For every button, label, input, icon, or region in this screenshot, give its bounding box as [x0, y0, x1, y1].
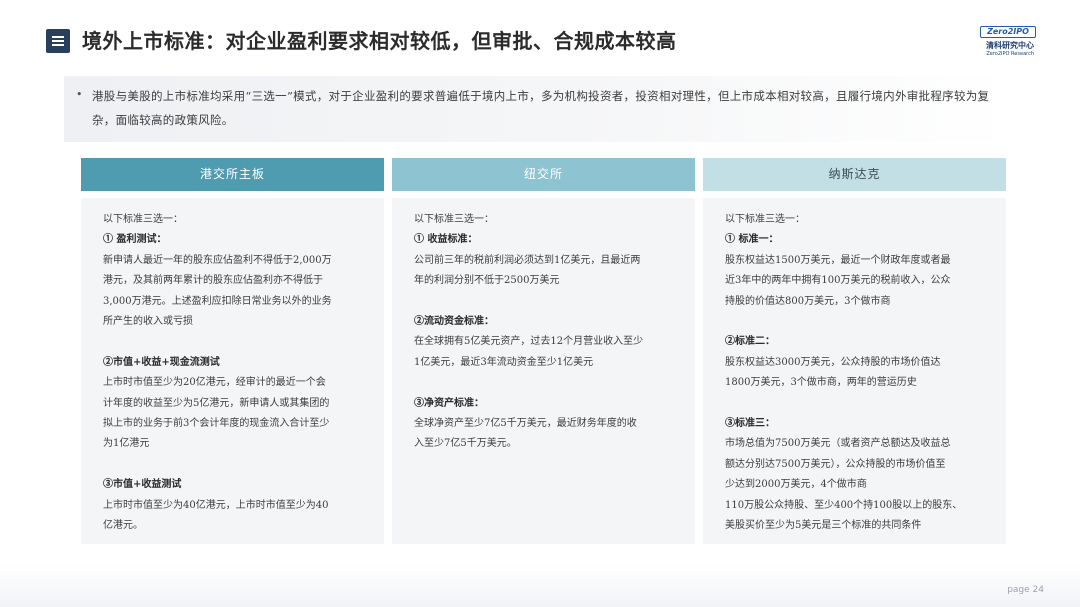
criteria-text: 上市时市值至少为40亿港元，上市时市值至少为40	[103, 499, 329, 511]
column-header-label: 港交所主板	[199, 167, 265, 181]
criteria-text: 110万股公众持股、至少400个持100股以上的股东、	[725, 499, 963, 511]
column-header-nyse: 纽交所	[392, 158, 695, 191]
criteria-text: 股东权益达3000万美元，公众持股的市场价值达	[725, 356, 941, 368]
page-header: 境外上市标准：对企业盈利要求相对较低，但审批、合规成本较高 Zero2IPO 清…	[46, 26, 1036, 58]
criteria-text: 少达到2000万美元，4个做市商	[725, 479, 867, 491]
criteria-heading: ③净资产标准：	[414, 397, 484, 409]
criteria-text: 全球净资产至少7亿5千万美元，最近财务年度的收	[414, 418, 637, 430]
column-header-nasdaq: 纳斯达克	[703, 158, 1006, 191]
criteria-text: 为1亿港元	[103, 438, 150, 450]
criteria-heading: ③市值+收益测试	[103, 479, 182, 491]
criteria-heading: ②市值+收益+现金流测试	[103, 356, 220, 368]
criteria-text: 以下标准三选一：	[103, 214, 183, 225]
criteria-heading: ②流动资金标准：	[414, 316, 494, 328]
criteria-text: 亿港元。	[103, 520, 143, 532]
criteria-text: 计年度的收益至少为5亿港元，新申请人或其集团的	[103, 397, 330, 409]
page-title: 境外上市标准：对企业盈利要求相对较低，但审批、合规成本较高	[82, 29, 677, 53]
column-body-nasdaq: 以下标准三选一： ① 标准一： 股东权益达1500万美元，最近一个财政年度或者最 近3…	[703, 198, 1006, 544]
criteria-text: 以下标准三选一：	[725, 214, 805, 225]
criteria-text: 年的利润分别不低于2500万美元	[414, 275, 560, 287]
column-body-nyse: 以下标准三选一： ① 收益标准： 公司前三年的税前利润必须达到1亿美元，且最近两 年的…	[392, 198, 695, 544]
criteria-text: 1亿美元，最近3年流动资金至少1亿美元	[414, 356, 594, 368]
criteria-text: 上市时市值至少为20亿港元，经审计的最近一个会	[103, 377, 326, 389]
criteria-text: 所产生的收入或亏损	[103, 316, 193, 328]
zero2ipo-logo: Zero2IPO 清科研究中心 Zero2IPO Research	[976, 26, 1036, 60]
criteria-text: 近3年中的两年中拥有100万美元的税前收入，公众	[725, 275, 951, 287]
summary-box: • 港股与美股的上市标准均采用“三选一”模式，对于企业盈利的要求普遍低于境内上市…	[64, 76, 1014, 142]
column-header-label: 纽交所	[523, 167, 563, 181]
column-header-label: 纳斯达克	[828, 167, 881, 181]
page-number: page 24	[1007, 585, 1044, 595]
menu-icon[interactable]	[46, 29, 70, 53]
criteria-heading: ① 盈利测试：	[103, 234, 167, 246]
criteria-text: 入至少7亿5千万美元。	[414, 438, 517, 450]
page-footer-band	[0, 565, 1080, 607]
criteria-text: 市场总值为7500万美元（或者资产总额达及收益总	[725, 438, 951, 450]
criteria-text: 在全球拥有5亿美元资产，过去12个月营业收入至少	[414, 336, 644, 348]
criteria-heading: ① 标准一：	[725, 234, 779, 246]
logo-cn-text: 清科研究中心	[986, 41, 1034, 50]
criteria-text: 持股的价值达800万美元，3个做市商	[725, 295, 891, 307]
criteria-heading: ②标准二：	[725, 336, 775, 348]
criteria-text: 港元，及其前两年累计的股东应佔盈利亦不得低于	[103, 275, 323, 287]
column-body-hkex: 以下标准三选一： ① 盈利测试： 新申请人最近一年的股东应佔盈利不得低于2,000万…	[81, 198, 384, 544]
logo-mark: Zero2IPO	[980, 26, 1036, 38]
criteria-text: 3,000万港元。上述盈利应扣除日常业务以外的业务	[103, 295, 332, 307]
criteria-text: 1800万美元，3个做市商，两年的营运历史	[725, 377, 917, 389]
summary-text: 港股与美股的上市标准均采用“三选一”模式，对于企业盈利的要求普遍低于境内上市，多…	[92, 89, 990, 127]
criteria-text: 以下标准三选一：	[414, 214, 494, 225]
criteria-text: 公司前三年的税前利润必须达到1亿美元，且最近两	[414, 254, 641, 266]
criteria-text: 拟上市的业务于前3个会计年度的现金流入合计至少	[103, 418, 330, 430]
criteria-heading: ③标准三：	[725, 418, 775, 430]
criteria-text: 股东权益达1500万美元，最近一个财政年度或者最	[725, 254, 951, 266]
criteria-text: 新申请人最近一年的股东应佔盈利不得低于2,000万	[103, 254, 332, 266]
criteria-text: 额达分别达7500万美元），公众持股的市场价值至	[725, 458, 946, 470]
bullet-icon: •	[76, 88, 83, 101]
logo-en-text: Zero2IPO Research	[986, 51, 1034, 57]
criteria-heading: ① 收益标准：	[414, 234, 478, 246]
column-header-hkex: 港交所主板	[81, 158, 384, 191]
criteria-text: 美股买价至少为5美元是三个标准的共同条件	[725, 520, 922, 532]
